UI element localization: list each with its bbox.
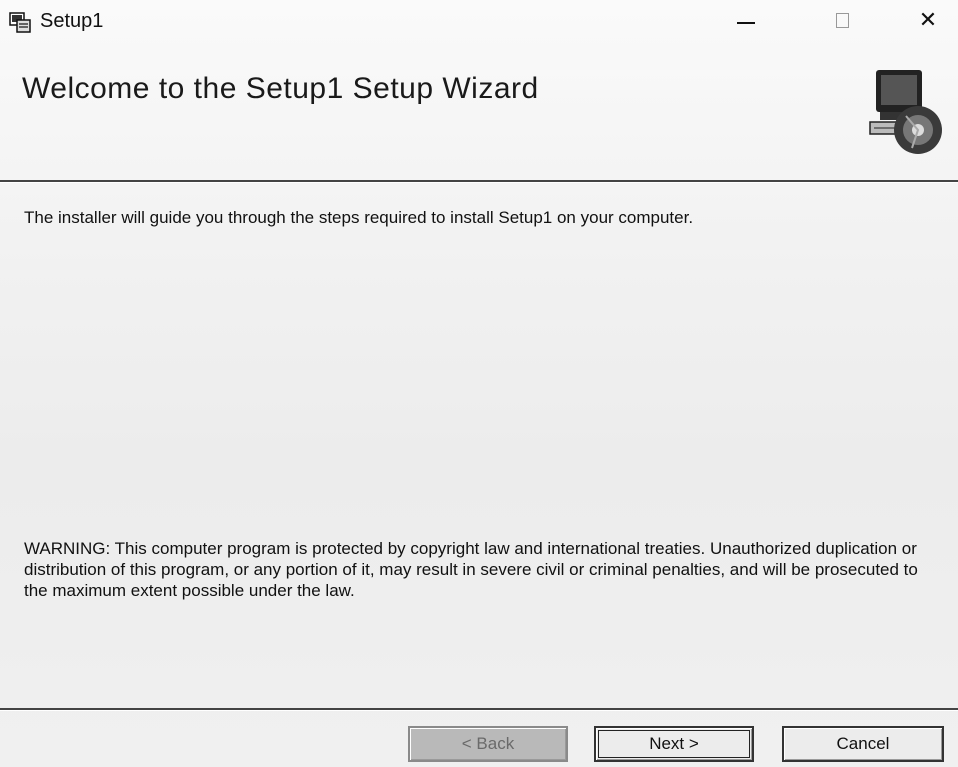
window-title: Setup1: [40, 10, 104, 32]
maximize-button[interactable]: [812, 0, 872, 40]
minimize-button[interactable]: [716, 0, 776, 40]
minimize-icon: [737, 22, 755, 24]
header-divider: [0, 180, 958, 183]
next-button[interactable]: Next >: [594, 726, 754, 762]
footer-divider: [0, 708, 958, 711]
close-button[interactable]: ✕: [898, 0, 958, 40]
page-title: Welcome to the Setup1 Setup Wizard: [22, 72, 539, 105]
intro-text: The installer will guide you through the…: [24, 208, 694, 227]
maximize-icon: [835, 12, 849, 28]
setup-wizard-window: Setup1 ✕ Welcome to the Setup1 Setup Wiz…: [0, 0, 958, 767]
copyright-warning-text: WARNING: This computer program is protec…: [24, 539, 918, 600]
title-bar[interactable]: Setup1 ✕: [0, 0, 958, 50]
installer-app-icon: [8, 10, 32, 34]
computer-cd-icon: [866, 68, 944, 158]
close-icon: ✕: [918, 7, 938, 32]
cancel-button[interactable]: Cancel: [782, 726, 944, 762]
back-button[interactable]: < Back: [408, 726, 568, 762]
